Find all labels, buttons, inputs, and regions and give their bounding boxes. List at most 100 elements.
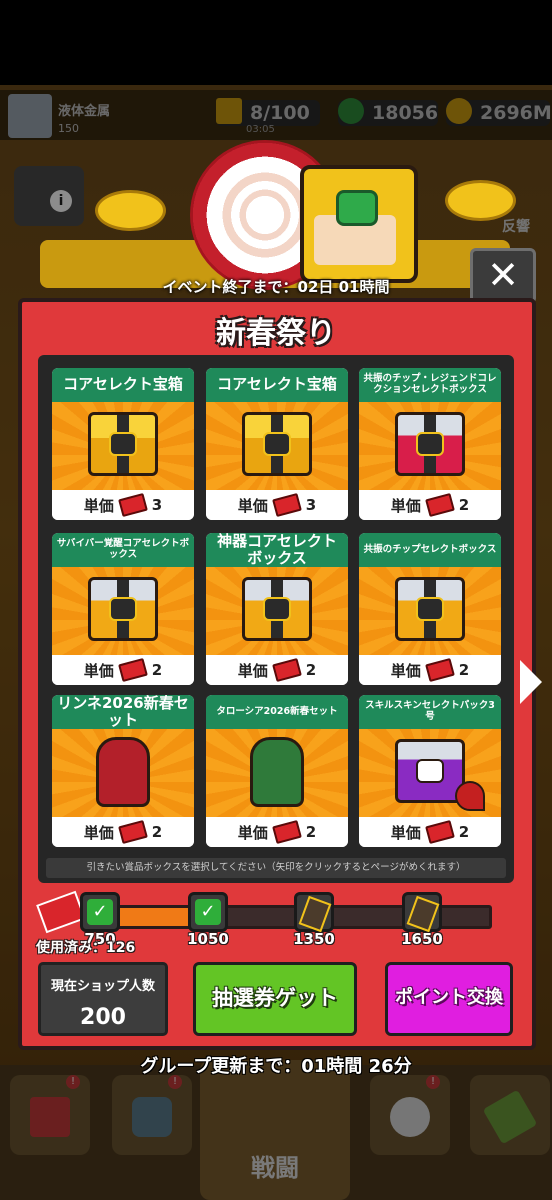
prize-card[interactable]: コアセレクト宝箱単価 3 (52, 368, 194, 520)
ticket-icon (424, 492, 455, 518)
ticket-icon (424, 657, 455, 683)
checkmark-icon: ✓ (87, 899, 113, 925)
prize-card-title: リンネ2026新春セット (52, 695, 194, 729)
prize-card-image (359, 729, 501, 817)
chest-emblem-icon (416, 432, 444, 456)
prize-card-price: 単価 2 (52, 817, 194, 847)
milestone-label: 1350 (293, 930, 335, 948)
price-value: 2 (151, 661, 163, 679)
milestone-label: 1650 (401, 930, 443, 948)
prize-card-price: 単価 2 (359, 655, 501, 685)
ticket-icon (424, 819, 455, 845)
treasure-chest-icon (88, 412, 158, 476)
unit-price-label: 単価 (390, 661, 421, 680)
hero-skin-icon (250, 737, 304, 807)
checkmark-icon: ✓ (195, 899, 221, 925)
unit-price-label: 単価 (83, 496, 114, 515)
price-value: 3 (305, 496, 317, 514)
unit-price-label: 単価 (83, 661, 114, 680)
prize-card-title: 神器コアセレクトボックス (206, 533, 348, 567)
chest-emblem-icon (263, 597, 291, 621)
next-page-arrow-icon[interactable] (520, 660, 542, 704)
ticket-icon (271, 657, 302, 683)
price-value: 2 (305, 661, 317, 679)
milestone-reward-4[interactable] (402, 892, 442, 933)
ticket-icon (117, 819, 148, 845)
prize-card-price: 単価 2 (206, 817, 348, 847)
prize-card-price: 単価 2 (52, 655, 194, 685)
price-value: 2 (151, 823, 163, 841)
chest-emblem-icon (416, 597, 444, 621)
prize-card-title: コアセレクト宝箱 (206, 368, 348, 402)
price-value: 2 (305, 823, 317, 841)
crystal-icon (298, 895, 332, 933)
price-value: 2 (458, 496, 470, 514)
treasure-chest-icon (242, 412, 312, 476)
group-refresh-timer: グループ更新まで：01時間 26分 (140, 1056, 412, 1077)
chest-emblem-icon (109, 597, 137, 621)
prize-card-image (206, 729, 348, 817)
unit-price-label: 単価 (237, 823, 268, 842)
treasure-chest-icon (242, 577, 312, 641)
prize-card-price: 単価 2 (206, 655, 348, 685)
price-value: 2 (458, 661, 470, 679)
prize-card-image (206, 567, 348, 655)
prize-card-price: 単価 3 (206, 490, 348, 520)
prize-card-image (359, 402, 501, 490)
prize-card-title: スキルスキンセレクトパック3号 (359, 695, 501, 729)
treasure-chest-icon (395, 577, 465, 641)
gold-coin-icon (445, 180, 516, 221)
prize-card-image (52, 402, 194, 490)
prize-card[interactable]: 共振のチップ・レジェンドコレクションセレクトボックス単価 2 (359, 368, 501, 520)
prize-card-price: 単価 2 (359, 490, 501, 520)
get-ticket-button[interactable]: 抽選券ゲット (193, 962, 357, 1036)
prize-card[interactable]: リンネ2026新春セット単価 2 (52, 695, 194, 847)
prize-card-title: サバイバー覚醒コアセレクトボックス (52, 533, 194, 567)
close-button[interactable]: ✕ (470, 248, 536, 304)
event-title: 新春祭り (216, 316, 336, 351)
prize-card-title: タローシア2026新春セット (206, 695, 348, 729)
prize-card[interactable]: サバイバー覚醒コアセレクトボックス単価 2 (52, 533, 194, 685)
unit-price-label: 単価 (390, 823, 421, 842)
prize-card-price: 単価 2 (359, 817, 501, 847)
prize-card-title: 共振のチップ・レジェンドコレクションセレクトボックス (359, 368, 501, 402)
prize-card-price: 単価 3 (52, 490, 194, 520)
prize-card[interactable]: スキルスキンセレクトパック3号単価 2 (359, 695, 501, 847)
ticket-icon (271, 819, 302, 845)
gem-icon (336, 190, 378, 226)
prize-card[interactable]: タローシア2026新春セット単価 2 (206, 695, 348, 847)
treasure-chest-icon (395, 412, 465, 476)
ticket-icon (117, 657, 148, 683)
ticket-icon (117, 492, 148, 518)
unit-price-label: 単価 (237, 661, 268, 680)
point-exchange-button[interactable]: ポイント交換 (385, 962, 513, 1036)
chest-emblem-icon (263, 432, 291, 456)
unit-price-label: 単価 (83, 823, 114, 842)
price-value: 2 (458, 823, 470, 841)
prize-card-image (359, 567, 501, 655)
milestone-reward-2[interactable]: ✓ (188, 892, 228, 932)
prize-card[interactable]: 共振のチップセレクトボックス単価 2 (359, 533, 501, 685)
prize-card[interactable]: コアセレクト宝箱単価 3 (206, 368, 348, 520)
status-bar-area (0, 0, 552, 85)
crystal-icon (406, 895, 440, 933)
unit-price-label: 単価 (390, 496, 421, 515)
selection-hint: 引きたい賞品ボックスを選択してください（矢印をクリックするとページがめくれます） (46, 858, 506, 878)
gold-coin-icon (95, 190, 166, 231)
prize-card-title: 共振のチップセレクトボックス (359, 533, 501, 567)
used-count: 使用済み：126 (36, 940, 136, 956)
chest-emblem-icon (109, 432, 137, 456)
ticket-icon (271, 492, 302, 518)
milestone-reward-3[interactable] (294, 892, 334, 933)
shop-count-label: 現在ショップ人数 (50, 979, 155, 994)
prize-card-image (52, 729, 194, 817)
prize-card[interactable]: 神器コアセレクトボックス単価 2 (206, 533, 348, 685)
prize-card-image (206, 402, 348, 490)
price-value: 3 (151, 496, 163, 514)
prize-card-title: コアセレクト宝箱 (52, 368, 194, 402)
milestone-label: 1050 (187, 930, 229, 948)
unit-price-label: 単価 (237, 496, 268, 515)
hero-skin-icon (96, 737, 150, 807)
milestone-reward-1[interactable]: ✓ (80, 892, 120, 932)
fan-icon (455, 781, 485, 811)
